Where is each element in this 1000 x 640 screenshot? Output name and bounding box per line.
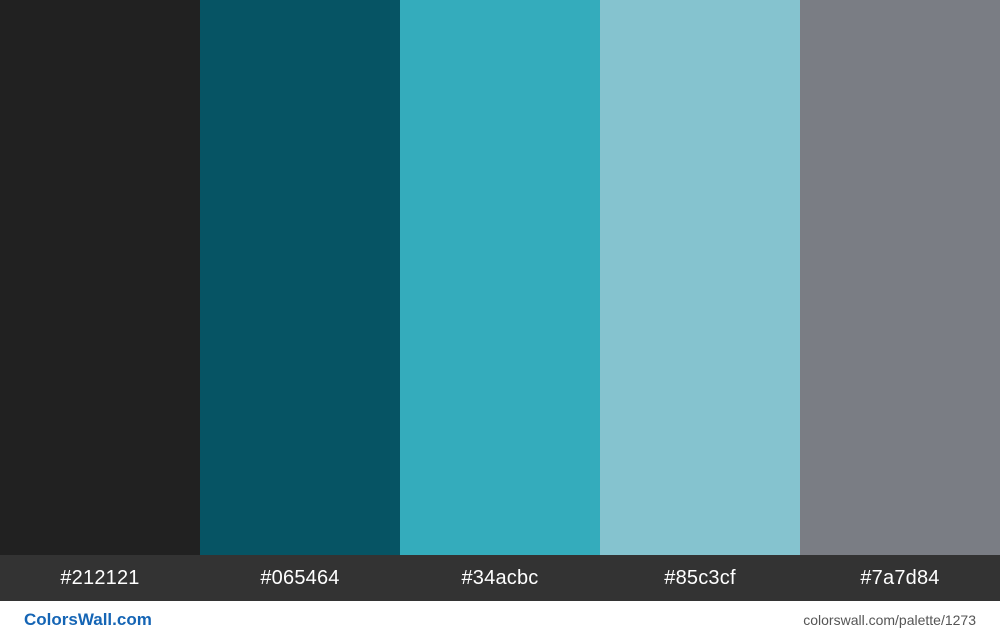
hex-code-label[interactable]: #065464	[200, 555, 400, 601]
hex-code-label[interactable]: #85c3cf	[600, 555, 800, 601]
color-swatch-2[interactable]	[200, 0, 400, 555]
footer: ColorsWall.com colorswall.com/palette/12…	[0, 601, 1000, 640]
color-swatch-3[interactable]	[400, 0, 600, 555]
color-swatch-5[interactable]	[800, 0, 1000, 555]
hex-code-label[interactable]: #7a7d84	[800, 555, 1000, 601]
color-swatch-1[interactable]	[0, 0, 200, 555]
brand-link[interactable]: ColorsWall.com	[24, 610, 152, 630]
color-swatch-4[interactable]	[600, 0, 800, 555]
hex-label-bar: #212121 #065464 #34acbc #85c3cf #7a7d84	[0, 555, 1000, 601]
hex-code-label[interactable]: #34acbc	[400, 555, 600, 601]
palette-url-link[interactable]: colorswall.com/palette/1273	[803, 612, 976, 628]
color-palette	[0, 0, 1000, 555]
hex-code-label[interactable]: #212121	[0, 555, 200, 601]
